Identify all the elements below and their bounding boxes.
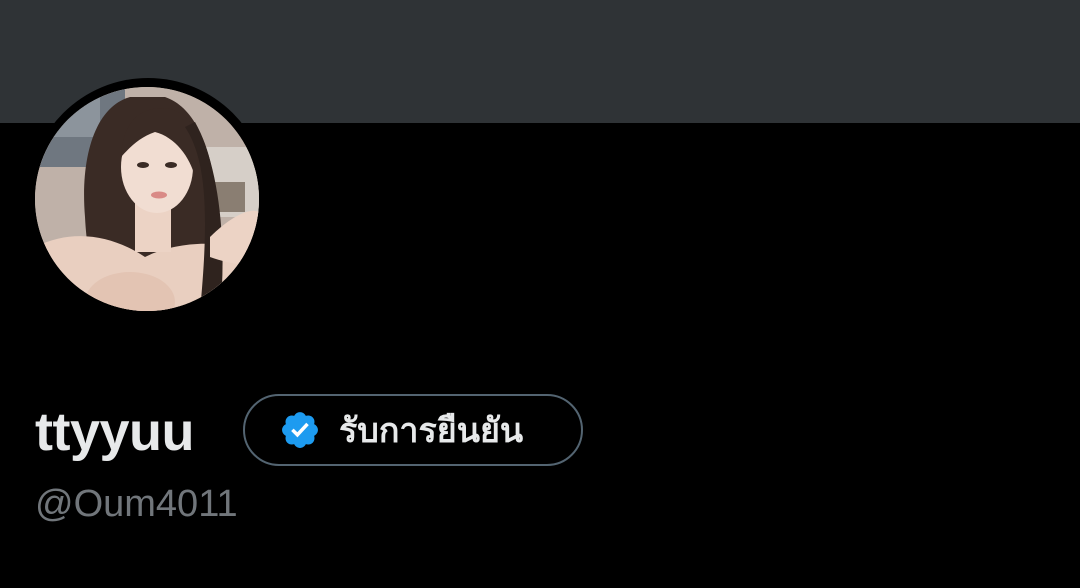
display-name: ttyyuu — [35, 402, 195, 462]
avatar[interactable] — [35, 87, 259, 311]
get-verified-button[interactable]: รับการยืนยัน — [243, 394, 583, 466]
avatar-image — [35, 87, 259, 311]
get-verified-label: รับการยืนยัน — [339, 411, 524, 451]
user-handle: @Oum4011 — [35, 483, 238, 525]
profile-header: ttyyuu รับการยืนยัน @Oum4011 — [0, 0, 1080, 588]
verified-badge-icon — [282, 412, 318, 448]
